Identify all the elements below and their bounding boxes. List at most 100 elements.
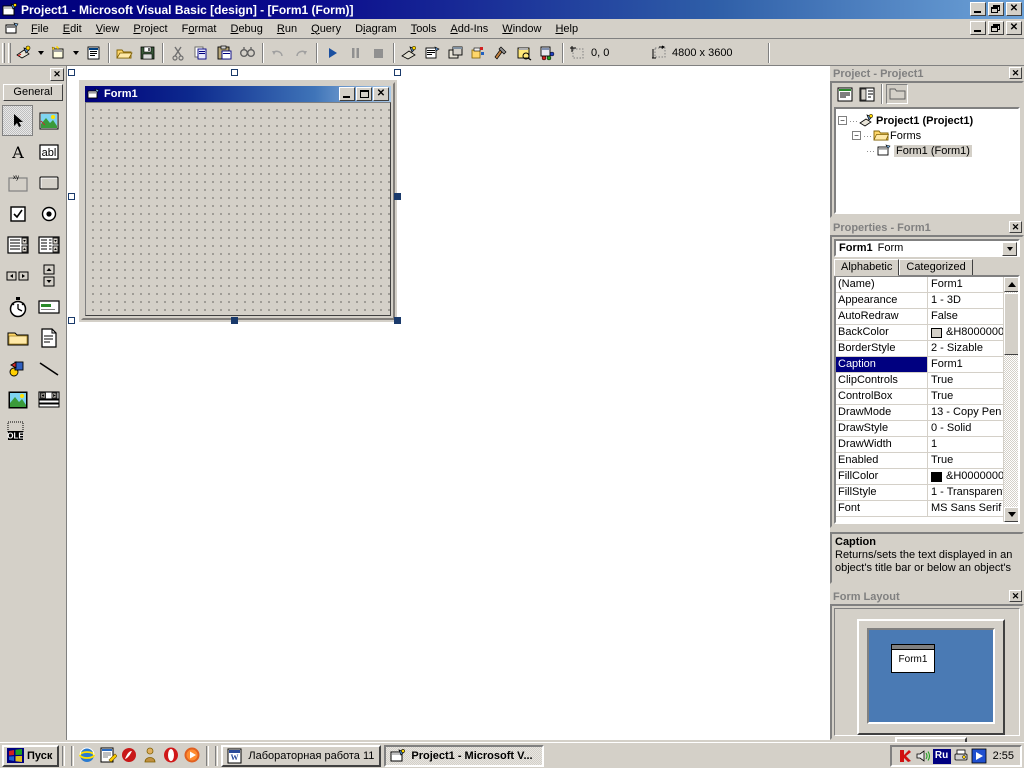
language-indicator[interactable]: Ru [932, 748, 951, 764]
form-design-surface[interactable] [85, 102, 391, 316]
filelistbox-tool[interactable] [33, 322, 64, 353]
chevron-down-icon[interactable] [1002, 242, 1017, 256]
property-row[interactable]: Appearance 1 - 3D [836, 293, 1003, 309]
combobox-tool[interactable] [2, 229, 33, 260]
opera-icon[interactable] [162, 746, 181, 765]
add-project-dropdown[interactable] [35, 42, 47, 64]
view-object-button[interactable] [856, 84, 878, 104]
tree-node-forms[interactable]: − ··· Forms [838, 128, 1016, 143]
menu-item-window[interactable]: Window [495, 21, 548, 37]
child-minimize-button[interactable] [970, 21, 986, 35]
tab-categorized[interactable]: Categorized [899, 259, 973, 276]
form-minimize-button[interactable] [339, 87, 355, 101]
property-value[interactable]: 13 - Copy Pen [928, 405, 1003, 420]
property-row[interactable]: Caption Form1 [836, 357, 1003, 373]
textbox-tool[interactable]: abl [33, 136, 64, 167]
selection-handle-middle-left[interactable] [68, 193, 75, 200]
project-explorer-close-button[interactable]: ✕ [1009, 67, 1022, 79]
property-value[interactable]: Form1 [928, 357, 1003, 372]
menu-item-query[interactable]: Query [304, 21, 348, 37]
taskbar-item-word-document[interactable]: W Лабораторная работа 11... [221, 744, 382, 767]
form-layout-canvas[interactable]: Form1 [834, 608, 1020, 745]
properties-scrollbar[interactable] [1003, 277, 1018, 522]
form-title-bar[interactable]: Form1 ✕ [85, 86, 391, 102]
image-tool[interactable] [2, 384, 33, 415]
property-value[interactable]: 0 - Solid [928, 421, 1003, 436]
property-row[interactable]: DrawMode 13 - Copy Pen [836, 405, 1003, 421]
drivelistbox-tool[interactable] [33, 291, 64, 322]
internet-explorer-icon[interactable] [78, 746, 97, 765]
redo-icon[interactable] [290, 42, 313, 64]
property-row[interactable]: FillColor&H00000000 [836, 469, 1003, 485]
toolbar-grip-2[interactable] [8, 42, 11, 63]
properties-window-icon[interactable] [421, 42, 444, 64]
property-value[interactable]: True [928, 453, 1003, 468]
property-row[interactable]: Font MS Sans Serif [836, 501, 1003, 517]
view-code-button[interactable] [834, 84, 856, 104]
toolbox-tab-general[interactable]: General [3, 84, 63, 101]
menu-item-format[interactable]: Format [175, 21, 224, 37]
property-row[interactable]: BackColor&H8000000F [836, 325, 1003, 341]
find-icon[interactable] [236, 42, 259, 64]
property-row[interactable]: (Name) Form1 [836, 277, 1003, 293]
child-restore-button[interactable] [988, 21, 1004, 35]
form-close-button[interactable]: ✕ [373, 87, 389, 101]
form-layout-close-button[interactable]: ✕ [1009, 590, 1022, 602]
expander-forms[interactable]: − [852, 131, 861, 140]
menu-item-edit[interactable]: Edit [56, 21, 89, 37]
data-tool[interactable] [33, 384, 64, 415]
add-form-icon[interactable] [47, 42, 70, 64]
menu-editor-icon[interactable] [82, 42, 105, 64]
frame-tool[interactable]: xy [2, 167, 33, 198]
menu-item-run[interactable]: Run [270, 21, 304, 37]
menu-item-file[interactable]: File [24, 21, 56, 37]
component-manager-icon[interactable] [536, 42, 559, 64]
selection-handle-top-right[interactable] [394, 69, 401, 76]
scroll-down-button[interactable] [1004, 507, 1018, 522]
menu-item-help[interactable]: Help [548, 21, 585, 37]
add-project-icon[interactable] [12, 42, 35, 64]
project-explorer-icon[interactable] [398, 42, 421, 64]
project-explorer-title-bar[interactable]: Project - Project1 ✕ [830, 66, 1024, 81]
property-row[interactable]: Enabled True [836, 453, 1003, 469]
vscrollbar-tool[interactable] [33, 260, 64, 291]
properties-object-combo[interactable]: Form1 Form [834, 239, 1020, 257]
form-layout-icon[interactable] [444, 42, 467, 64]
menu-item-project[interactable]: Project [126, 21, 174, 37]
project-tree[interactable]: − ··· Project1 (Project1) − ··· Forms ··… [834, 107, 1020, 214]
person-icon[interactable] [141, 746, 160, 765]
add-form-dropdown[interactable] [70, 42, 82, 64]
open-project-icon[interactable] [113, 42, 136, 64]
property-value[interactable]: Form1 [928, 277, 1003, 292]
menu-item-view[interactable]: View [89, 21, 127, 37]
child-close-button[interactable]: ✕ [1006, 21, 1022, 35]
property-value[interactable]: &H8000000F [928, 325, 1003, 340]
start-button[interactable]: Пуск [2, 744, 60, 767]
play-icon[interactable] [971, 748, 987, 764]
desktop-screen[interactable]: Form1 [867, 628, 995, 724]
tree-node-project[interactable]: − ··· Project1 (Project1) [838, 113, 1016, 128]
picturebox-tool[interactable] [33, 105, 64, 136]
end-icon[interactable] [367, 42, 390, 64]
form-designer-window[interactable]: Form1 ✕ [79, 80, 397, 322]
form-layout-title-bar[interactable]: Form Layout ✕ [830, 589, 1024, 604]
form-maximize-button[interactable] [356, 87, 372, 101]
form-layout-form-preview[interactable]: Form1 [891, 644, 935, 673]
cut-icon[interactable] [167, 42, 190, 64]
kaspersky-icon[interactable] [897, 748, 913, 764]
tree-node-form1[interactable]: ··· Form1 (Form1) [838, 143, 1016, 158]
properties-title-bar[interactable]: Properties - Form1 ✕ [830, 220, 1024, 235]
selection-handle-top-left[interactable] [68, 69, 75, 76]
selection-handle-top-center[interactable] [231, 69, 238, 76]
property-value[interactable]: 1 [928, 437, 1003, 452]
toggle-folders-button[interactable] [886, 84, 908, 104]
property-value[interactable]: 1 - 3D [928, 293, 1003, 308]
copy-icon[interactable] [190, 42, 213, 64]
line-tool[interactable] [33, 353, 64, 384]
selection-handle-bottom-left[interactable] [68, 317, 75, 324]
selection-handle-bottom-right[interactable] [394, 317, 401, 324]
properties-grid[interactable]: (Name) Form1 Appearance 1 - 3D AutoRedraw Fal… [834, 275, 1020, 524]
property-value[interactable]: True [928, 373, 1003, 388]
property-value[interactable]: MS Sans Serif [928, 501, 1003, 516]
menu-item-diagram[interactable]: Diagram [348, 21, 404, 37]
